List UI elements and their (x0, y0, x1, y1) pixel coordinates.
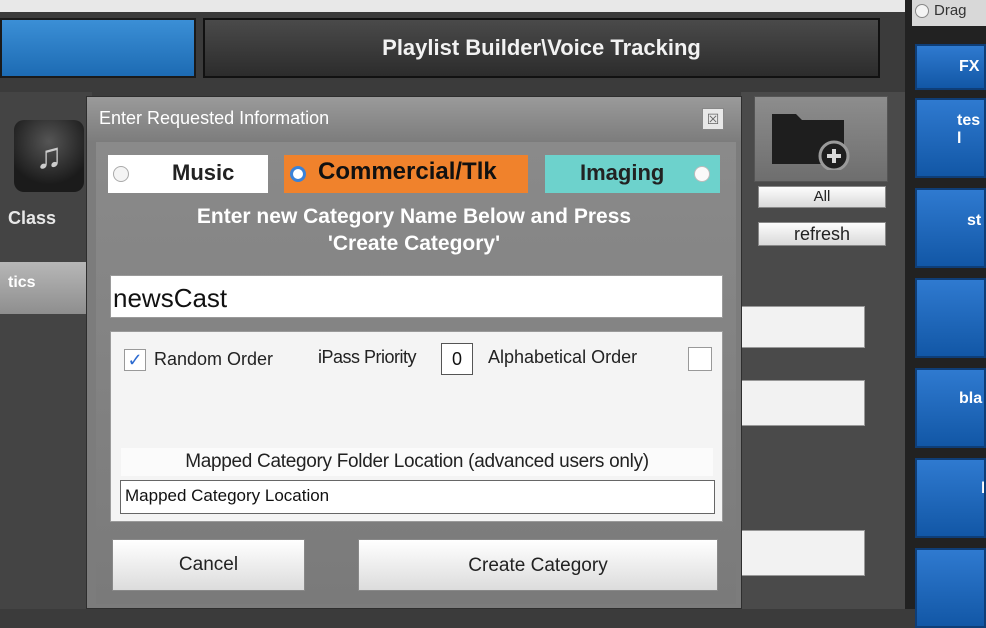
commercial-radio[interactable] (290, 166, 306, 182)
imaging-label: Imaging (580, 160, 665, 185)
all-button[interactable]: All (758, 186, 886, 208)
drag-radio-icon[interactable] (915, 4, 929, 18)
music-radio[interactable] (113, 166, 129, 182)
instruction-text: Enter new Category Name Below and Press … (100, 203, 728, 257)
top-strip (0, 0, 905, 12)
random-order-label: Random Order (154, 349, 274, 369)
alphabetical-order-label: Alphabetical Order (488, 347, 638, 367)
right-button-6[interactable] (915, 548, 986, 628)
class-label: Class (8, 208, 57, 228)
statistics-tab[interactable]: tics (0, 262, 92, 314)
dialog-title: Enter Requested Information (87, 97, 741, 141)
random-order-checkbox[interactable]: ✓ (124, 349, 146, 371)
music-label: Music (172, 160, 235, 185)
right-button-2[interactable]: st (915, 188, 986, 268)
folder-add-icon (772, 114, 850, 170)
right-button-3[interactable] (915, 278, 986, 358)
top-blue-button[interactable] (0, 18, 196, 78)
alphabetical-order-checkbox[interactable] (688, 347, 712, 371)
fx-button[interactable]: FX (915, 44, 986, 90)
music-note-icon[interactable]: ♫ (14, 120, 84, 192)
category-name-input[interactable] (110, 275, 723, 318)
create-category-button[interactable]: Create Category (358, 539, 718, 591)
library-field[interactable] (741, 530, 865, 576)
mapped-location-header: Mapped Category Folder Location (advance… (121, 448, 713, 476)
instruction-line-2: 'Create Category' (327, 232, 501, 255)
imaging-radio[interactable] (694, 166, 710, 182)
instruction-line-1: Enter new Category Name Below and Press (196, 205, 632, 228)
right-button-4[interactable]: bla (915, 368, 986, 448)
close-icon[interactable]: ☒ (702, 108, 724, 130)
commercial-label: Commercial/Tlk (318, 158, 497, 185)
refresh-button[interactable]: refresh (758, 222, 886, 246)
library-field[interactable] (741, 306, 865, 348)
right-button-5[interactable]: b (915, 458, 986, 538)
mapped-location-input[interactable]: Mapped Category Location (120, 480, 715, 514)
library-field[interactable] (741, 380, 865, 426)
ipass-priority-input[interactable]: 0 (441, 343, 473, 375)
right-button-1[interactable]: tes l (915, 98, 986, 178)
window-title: Playlist Builder\Voice Tracking (203, 18, 880, 78)
cancel-button[interactable]: Cancel (112, 539, 305, 591)
ipass-priority-label: iPass Priority (318, 347, 417, 367)
